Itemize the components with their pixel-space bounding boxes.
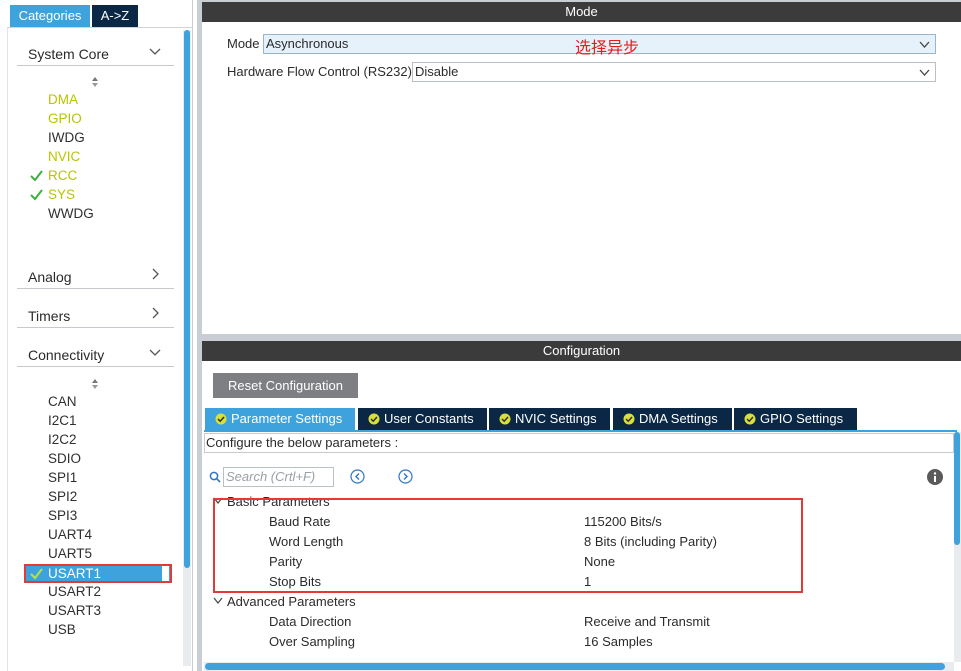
category-item-can[interactable]: CAN (48, 392, 77, 411)
category-item-sdio[interactable]: SDIO (48, 449, 81, 468)
configure-instructions: Configure the below parameters : (204, 433, 954, 453)
flow-control-label: Hardware Flow Control (RS232) (227, 64, 412, 79)
category-item-sys[interactable]: SYS (48, 185, 75, 204)
left-scrollbar-thumb[interactable] (184, 30, 190, 568)
category-item-i2c2[interactable]: I2C2 (48, 430, 77, 449)
sort-icon[interactable] (90, 76, 100, 88)
tab-label: User Constants (384, 411, 474, 426)
annotation-highlight-box (213, 498, 803, 593)
annotation-text: 选择异步 (575, 38, 640, 57)
chevron-down-icon (213, 597, 223, 604)
next-icon[interactable] (398, 469, 413, 484)
category-item-usb[interactable]: USB (48, 620, 76, 639)
category-connectivity[interactable]: Connectivity (17, 339, 174, 367)
category-item-nvic[interactable]: NVIC (48, 147, 80, 166)
check-circle-icon (499, 413, 511, 425)
category-item-usart2[interactable]: USART2 (48, 582, 101, 601)
check-circle-icon (623, 413, 635, 425)
category-item-uart5[interactable]: UART5 (48, 544, 92, 563)
tab-gpio-settings[interactable]: GPIO Settings (734, 408, 857, 430)
horizontal-scrollbar-thumb[interactable] (205, 663, 945, 670)
category-label: System Core (28, 46, 109, 62)
param-name-over-sampling: Over Sampling (269, 634, 355, 649)
mode-title-bar: Mode (202, 2, 961, 22)
category-label: Analog (28, 269, 72, 285)
chevron-right-icon (152, 307, 159, 319)
check-circle-icon (368, 413, 380, 425)
chevron-down-icon (149, 349, 161, 356)
param-value-over-sampling[interactable]: 16 Samples (584, 634, 653, 649)
param-value-data-direction[interactable]: Receive and Transmit (584, 614, 710, 629)
chevron-down-icon (919, 41, 930, 48)
category-item-spi1[interactable]: SPI1 (48, 468, 77, 487)
category-item-spi3[interactable]: SPI3 (48, 506, 77, 525)
chevron-right-icon (152, 268, 159, 280)
chevron-down-icon (919, 69, 930, 76)
sort-icon[interactable] (90, 378, 100, 390)
category-item-gpio[interactable]: GPIO (48, 109, 82, 128)
category-item-uart4[interactable]: UART4 (48, 525, 92, 544)
category-label: Timers (28, 308, 71, 324)
search-input[interactable]: Search (Crtl+F) (223, 467, 334, 487)
category-item-usart3[interactable]: USART3 (48, 601, 101, 620)
tab-label: NVIC Settings (515, 411, 597, 426)
mode-select-value: Asynchronous (266, 36, 349, 51)
configuration-title-bar: Configuration (202, 341, 961, 361)
param-name-data-direction: Data Direction (269, 614, 352, 629)
checkmark-icon (30, 189, 43, 201)
tab-a-to-z[interactable]: A->Z (92, 5, 138, 27)
group-label: Advanced Parameters (227, 594, 356, 609)
category-item-i2c1[interactable]: I2C1 (48, 411, 77, 430)
category-analog[interactable]: Analog (17, 261, 174, 289)
checkmark-icon (30, 170, 43, 182)
check-circle-icon (744, 413, 756, 425)
category-label: Connectivity (28, 347, 105, 363)
annotation-highlight-box (24, 564, 172, 583)
flow-control-select-value: Disable (415, 64, 459, 79)
search-icon (209, 471, 221, 483)
flow-control-select[interactable]: Disable (412, 62, 936, 82)
category-item-wwdg[interactable]: WWDG (48, 204, 94, 223)
info-icon[interactable] (927, 469, 943, 485)
category-item-iwdg[interactable]: IWDG (48, 128, 85, 147)
tab-label: Parameter Settings (231, 411, 343, 426)
tab-categories[interactable]: Categories (10, 5, 90, 27)
tab-dma-settings[interactable]: DMA Settings (613, 408, 732, 430)
chevron-down-icon (149, 48, 161, 55)
mode-label: Mode (227, 36, 260, 51)
tab-parameter-settings[interactable]: Parameter Settings (205, 408, 355, 430)
tab-label: GPIO Settings (760, 411, 844, 426)
group-advanced-parameters[interactable]: Advanced Parameters (213, 594, 356, 609)
category-item-rcc[interactable]: RCC (48, 166, 77, 185)
previous-icon[interactable] (350, 469, 365, 484)
category-item-spi2[interactable]: SPI2 (48, 487, 77, 506)
check-circle-icon (215, 413, 227, 425)
tab-user-constants[interactable]: User Constants (358, 408, 487, 430)
tab-nvic-settings[interactable]: NVIC Settings (489, 408, 610, 430)
reset-configuration-button[interactable]: Reset Configuration (213, 373, 358, 398)
tab-label: DMA Settings (639, 411, 718, 426)
category-system-core[interactable]: System Core (17, 38, 174, 66)
parameter-scrollbar-thumb[interactable] (954, 432, 960, 545)
category-timers[interactable]: Timers (17, 300, 174, 328)
category-item-dma[interactable]: DMA (48, 90, 78, 109)
